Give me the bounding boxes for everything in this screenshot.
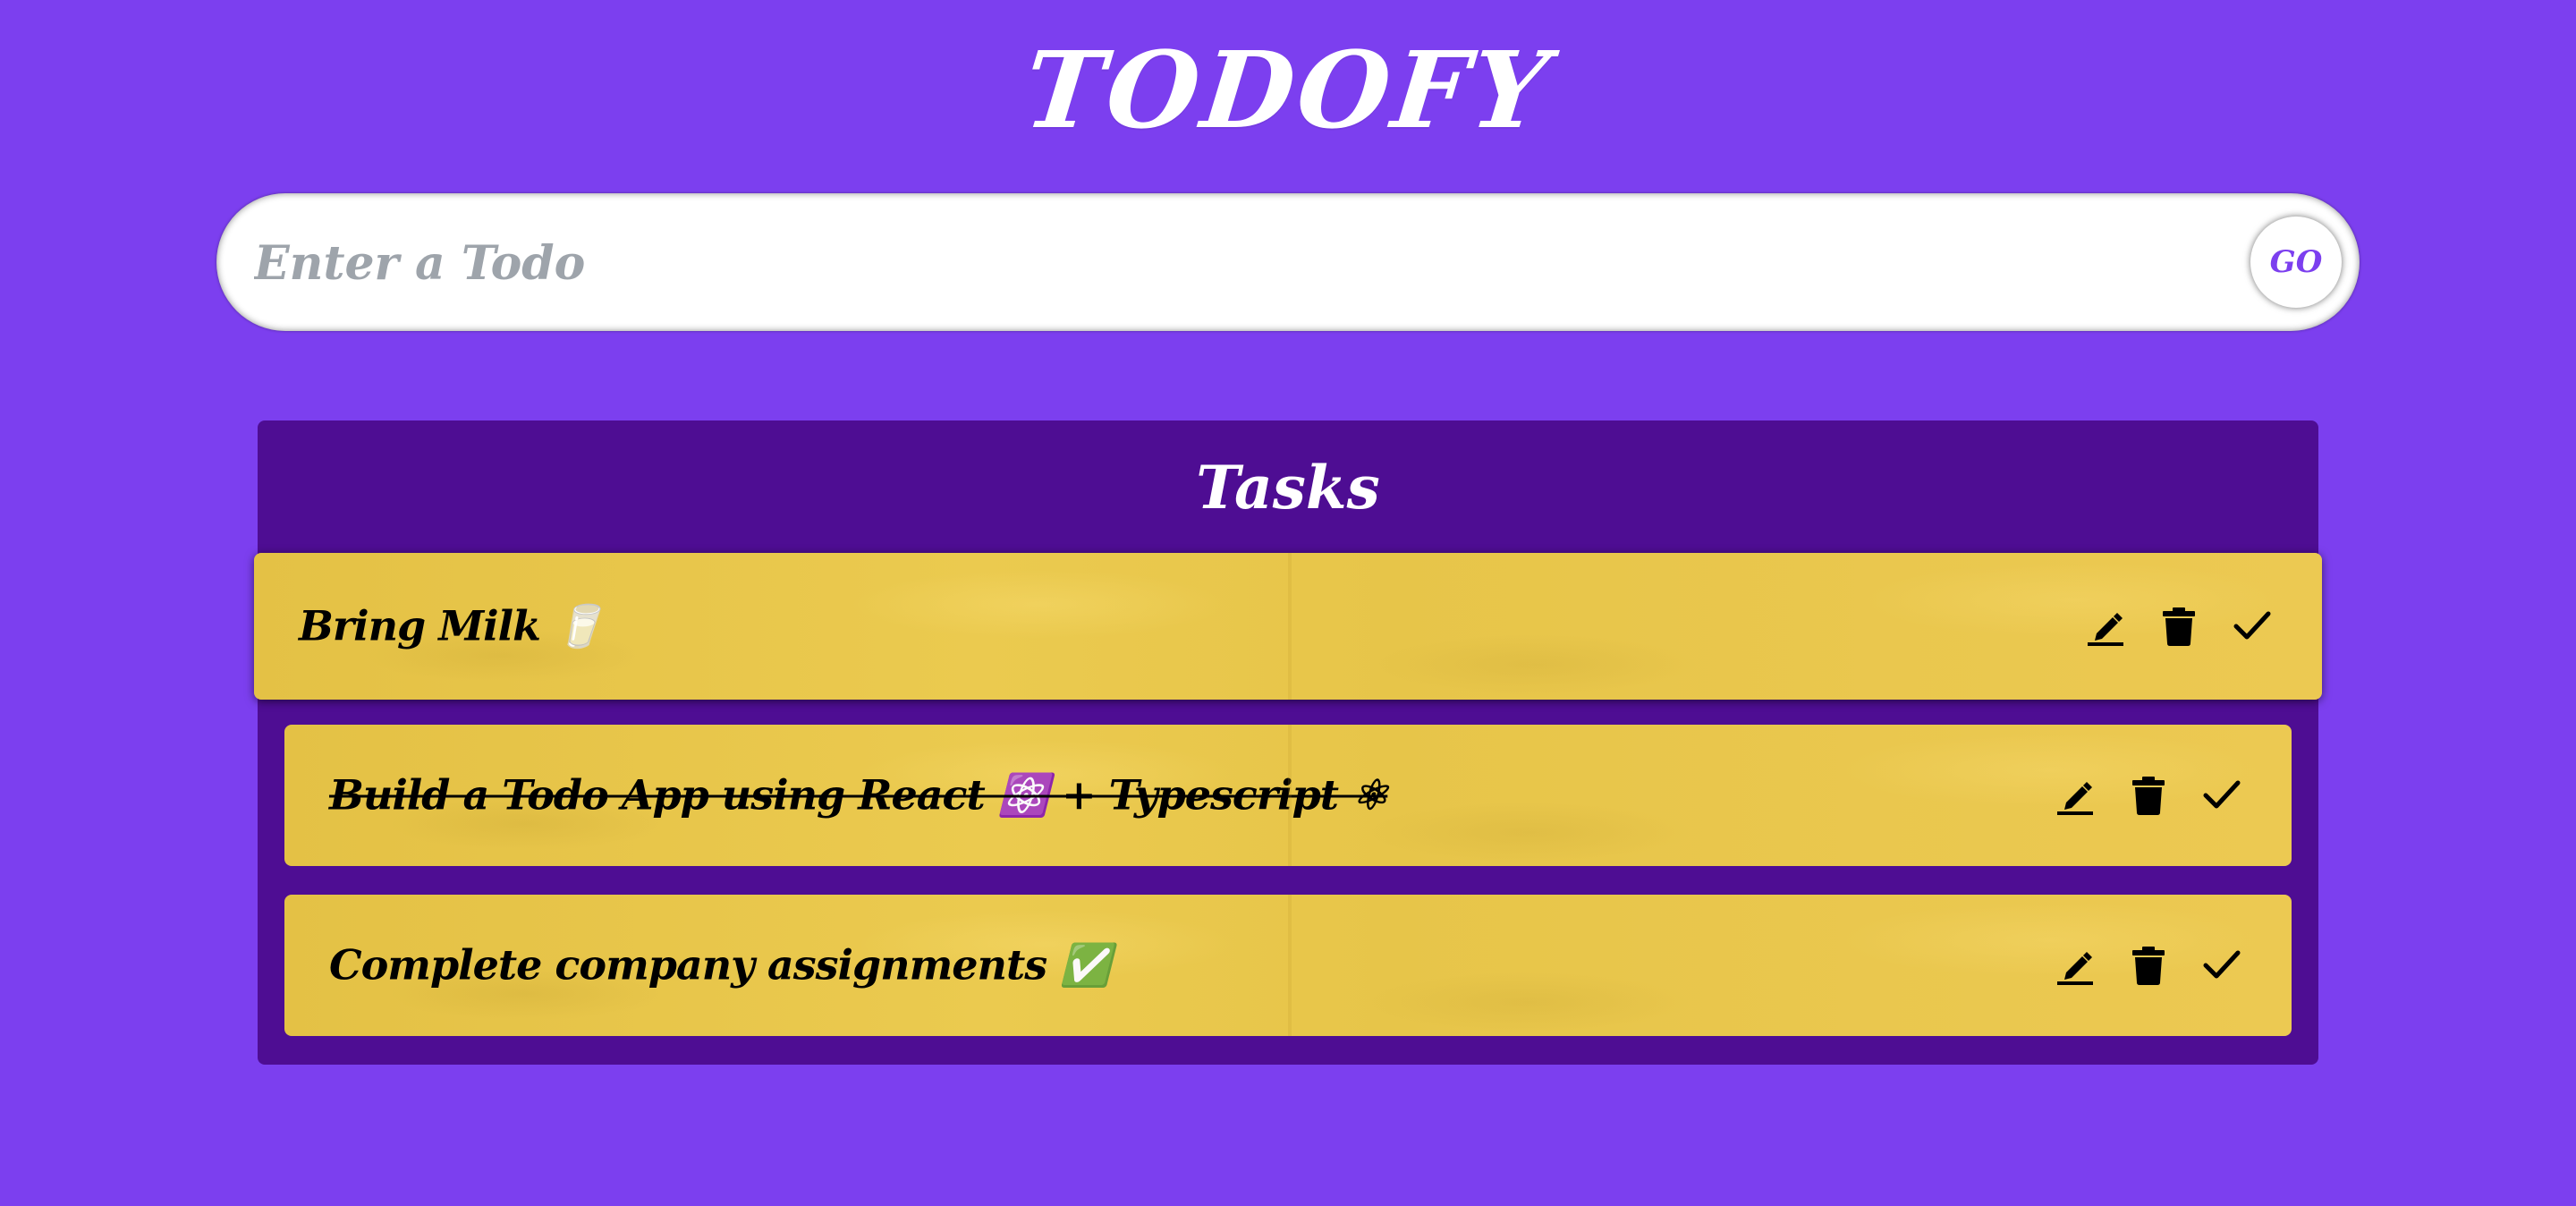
todo-input-container: GO [216, 193, 2360, 331]
trash-icon[interactable] [2127, 767, 2170, 824]
check-icon[interactable] [2200, 767, 2243, 824]
pencil-icon[interactable] [2054, 937, 2097, 994]
trash-icon[interactable] [2127, 937, 2170, 994]
check-icon[interactable] [2200, 937, 2243, 994]
todo-input[interactable] [252, 211, 2179, 315]
check-icon[interactable] [2231, 598, 2274, 655]
todo-item[interactable]: Build a Todo App using React ⚛️ + Typesc… [284, 725, 2292, 866]
todo-text: Build a Todo App using React ⚛️ + Typesc… [329, 770, 1388, 820]
pencil-icon[interactable] [2084, 598, 2127, 655]
todo-item[interactable]: Complete company assignments ✅ [284, 895, 2292, 1036]
trash-icon[interactable] [2157, 598, 2200, 655]
tasks-heading: Tasks [1196, 453, 1380, 522]
go-button[interactable]: GO [2250, 217, 2342, 308]
todo-text: Bring Milk 🥛 [299, 601, 605, 650]
todo-actions [2084, 598, 2274, 655]
pencil-icon[interactable] [2054, 767, 2097, 824]
todo-item[interactable]: Bring Milk 🥛 [254, 553, 2322, 700]
todo-text: Complete company assignments ✅ [329, 940, 1111, 989]
todo-actions [2054, 767, 2243, 824]
app-title: TODOFY [1018, 28, 1558, 152]
todo-actions [2054, 937, 2243, 994]
